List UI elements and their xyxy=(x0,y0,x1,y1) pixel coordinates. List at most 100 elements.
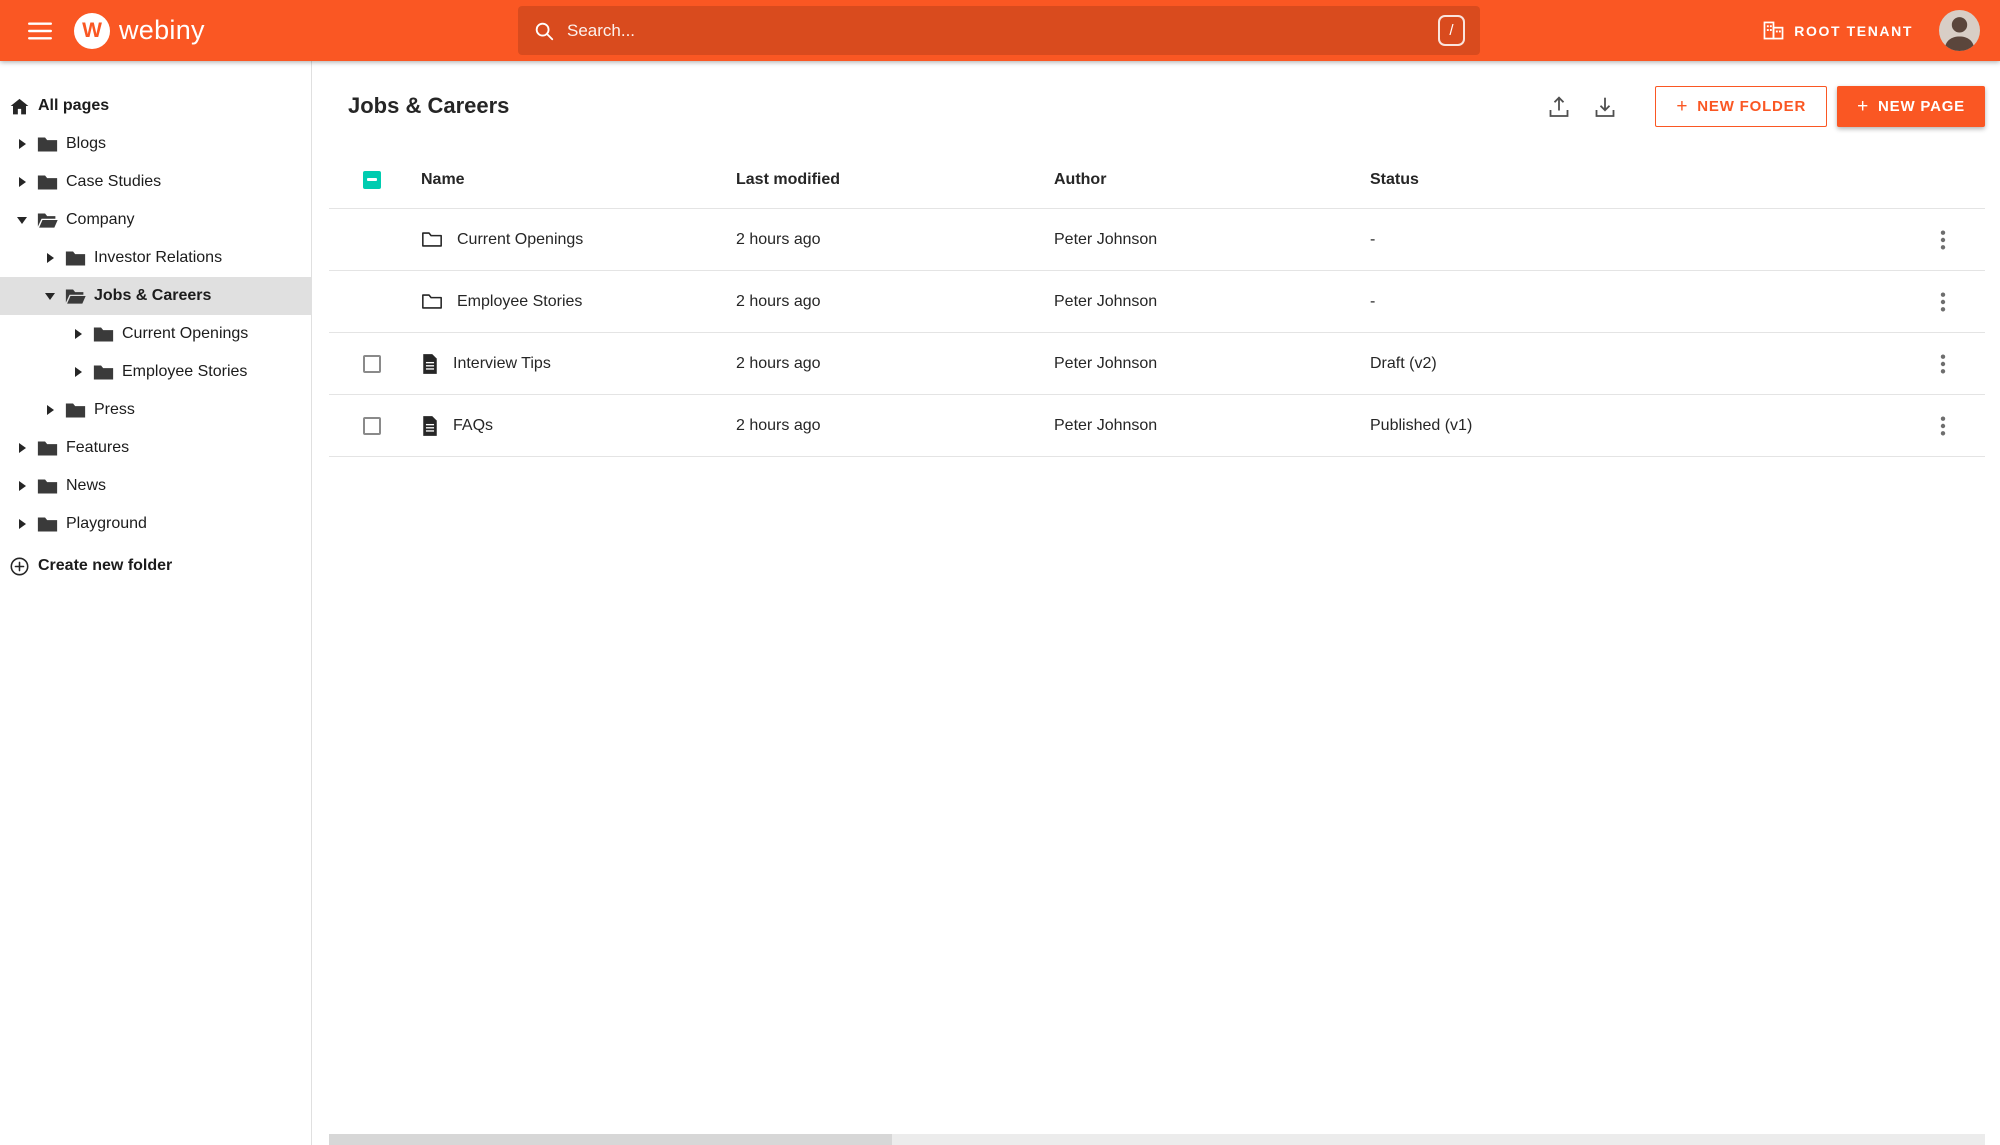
chevron-right-icon[interactable] xyxy=(10,474,34,498)
row-name: Employee Stories xyxy=(457,292,583,310)
sidebar-item-press[interactable]: Press xyxy=(0,391,311,429)
row-status: Published (v1) xyxy=(1370,416,1473,434)
table-row-employee-stories[interactable]: Employee Stories 2 hours ago Peter Johns… xyxy=(329,271,1985,333)
chevron-right-icon[interactable] xyxy=(66,360,90,384)
table-header-row: Name Last modified Author Status xyxy=(329,151,1985,209)
folder-icon xyxy=(37,440,58,457)
sidebar-item-news[interactable]: News xyxy=(0,467,311,505)
tenant-label: ROOT TENANT xyxy=(1794,22,1913,39)
sidebar-item-jobs-careers[interactable]: Jobs & Careers xyxy=(0,277,311,315)
column-header-last-modified: Last modified xyxy=(736,170,841,188)
row-author: Peter Johnson xyxy=(1054,354,1158,372)
sidebar-item-label: Current Openings xyxy=(122,325,249,342)
kebab-menu-icon[interactable] xyxy=(1931,290,1955,314)
sidebar-item-case-studies[interactable]: Case Studies xyxy=(0,163,311,201)
sidebar-item-all-pages[interactable]: All pages xyxy=(0,87,311,125)
sidebar-item-label: News xyxy=(66,477,107,494)
row-last-modified: 2 hours ago xyxy=(736,230,821,248)
plus-icon: + xyxy=(1857,95,1870,117)
search-shortcut-badge: / xyxy=(1438,15,1465,46)
folder-icon xyxy=(37,136,58,153)
sidebar-item-employee-stories[interactable]: Employee Stories xyxy=(0,353,311,391)
new-page-label: NEW PAGE xyxy=(1878,97,1965,115)
row-last-modified: 2 hours ago xyxy=(736,354,821,372)
chevron-right-icon[interactable] xyxy=(38,246,62,270)
webiny-logo-icon: W xyxy=(74,12,110,49)
chevron-right-icon[interactable] xyxy=(66,322,90,346)
chevron-right-icon[interactable] xyxy=(10,170,34,194)
kebab-menu-icon[interactable] xyxy=(1931,352,1955,376)
row-checkbox[interactable] xyxy=(363,354,381,373)
kebab-menu-icon[interactable] xyxy=(1931,414,1955,438)
row-status: - xyxy=(1370,292,1376,310)
topbar: W webiny / ROOT TENANT xyxy=(0,0,2000,61)
kebab-menu-icon[interactable] xyxy=(1931,228,1955,252)
horizontal-scrollbar[interactable] xyxy=(329,1134,1985,1145)
webiny-logo[interactable]: W webiny xyxy=(74,12,205,49)
sidebar-item-label: Company xyxy=(66,211,135,228)
row-status: - xyxy=(1370,230,1376,248)
logo-text: webiny xyxy=(119,15,205,45)
sidebar-item-label: Blogs xyxy=(66,135,107,152)
row-checkbox[interactable] xyxy=(363,416,381,435)
content-header: Jobs & Careers + NEW FOLDER + NEW PAGE xyxy=(329,61,1985,151)
building-icon xyxy=(1763,21,1784,40)
sidebar-item-company[interactable]: Company xyxy=(0,201,311,239)
plus-icon: + xyxy=(1676,95,1689,117)
sidebar-item-blogs[interactable]: Blogs xyxy=(0,125,311,163)
search-bar[interactable]: / xyxy=(518,6,1480,55)
folder-icon xyxy=(65,402,86,419)
table-row-faqs[interactable]: FAQs 2 hours ago Peter Johnson Published… xyxy=(329,395,1985,457)
row-name: Interview Tips xyxy=(453,354,551,372)
sidebar-item-label: All pages xyxy=(38,97,110,114)
row-author: Peter Johnson xyxy=(1054,416,1158,434)
folder-icon xyxy=(37,516,58,533)
table-row-current-openings[interactable]: Current Openings 2 hours ago Peter Johns… xyxy=(329,209,1985,271)
sidebar-item-label: Investor Relations xyxy=(94,249,223,266)
plus-circle-icon xyxy=(10,557,29,576)
chevron-right-icon[interactable] xyxy=(10,512,34,536)
name-cell: Current Openings xyxy=(421,230,736,249)
new-folder-button[interactable]: + NEW FOLDER xyxy=(1655,85,1828,127)
import-pages-button[interactable] xyxy=(1585,86,1625,126)
chevron-right-icon[interactable] xyxy=(10,132,34,156)
name-cell: Employee Stories xyxy=(421,292,736,311)
hamburger-menu-icon[interactable] xyxy=(20,11,60,51)
sidebar-item-label: Employee Stories xyxy=(122,363,248,380)
table-row-interview-tips[interactable]: Interview Tips 2 hours ago Peter Johnson… xyxy=(329,333,1985,395)
folder-icon xyxy=(421,292,443,311)
folder-icon xyxy=(65,250,86,267)
folder-icon xyxy=(37,174,58,191)
tenant-selector[interactable]: ROOT TENANT xyxy=(1763,21,1913,40)
search-input[interactable] xyxy=(567,20,1426,41)
main-content: Jobs & Careers + NEW FOLDER + NEW PAGE N… xyxy=(312,61,2000,1145)
scrollbar-thumb[interactable] xyxy=(329,1134,893,1145)
sidebar-item-playground[interactable]: Playground xyxy=(0,505,311,543)
name-cell: Interview Tips xyxy=(421,353,736,375)
home-icon xyxy=(10,97,29,116)
sidebar-item-investor-relations[interactable]: Investor Relations xyxy=(0,239,311,277)
chevron-right-icon[interactable] xyxy=(10,436,34,460)
page-title: Jobs & Careers xyxy=(348,93,510,118)
document-icon xyxy=(421,353,439,375)
export-pages-button[interactable] xyxy=(1539,86,1579,126)
row-last-modified: 2 hours ago xyxy=(736,416,821,434)
new-folder-label: NEW FOLDER xyxy=(1697,97,1807,115)
document-icon xyxy=(421,415,439,437)
folder-icon xyxy=(421,230,443,249)
new-page-button[interactable]: + NEW PAGE xyxy=(1837,85,1985,127)
row-name: FAQs xyxy=(453,416,494,434)
sidebar-item-label: Playground xyxy=(66,515,147,532)
sidebar-item-current-openings[interactable]: Current Openings xyxy=(0,315,311,353)
create-folder-label: Create new folder xyxy=(38,557,173,574)
user-avatar[interactable] xyxy=(1939,10,1980,51)
chevron-right-icon[interactable] xyxy=(38,398,62,422)
sidebar-item-features[interactable]: Features xyxy=(0,429,311,467)
chevron-down-icon[interactable] xyxy=(10,208,34,232)
select-all-checkbox[interactable] xyxy=(363,170,381,189)
app-shell: All pages Blogs Case Studies Company Inv… xyxy=(0,61,2000,1145)
sidebar-item-label: Case Studies xyxy=(66,173,162,190)
create-new-folder-button[interactable]: Create new folder xyxy=(0,547,311,585)
folder-open-icon xyxy=(37,212,58,229)
chevron-down-icon[interactable] xyxy=(38,284,62,308)
